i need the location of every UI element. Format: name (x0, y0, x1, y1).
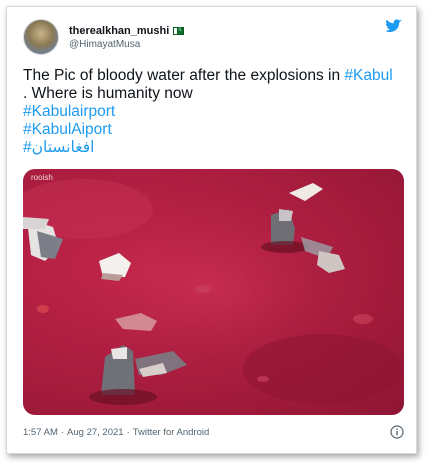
info-icon[interactable] (390, 425, 404, 439)
avatar[interactable] (23, 19, 59, 55)
display-name[interactable]: therealkhan_mushi (69, 25, 169, 37)
tweet-text: The Pic of bloody water after the explos… (23, 67, 408, 157)
tweet-card: therealkhan_mushi @HimayatMusa The Pic o… (6, 6, 417, 454)
tweet-line-1-text: The Pic of bloody water after the explos… (23, 67, 345, 84)
hashtag-kabulaiport[interactable]: #KabulAiport (23, 121, 408, 139)
tweet-source: Twitter for Android (132, 427, 210, 438)
tweet-header: therealkhan_mushi @HimayatMusa (23, 19, 185, 55)
tweet-line-2: . Where is humanity now (23, 85, 193, 102)
user-handle[interactable]: @HimayatMusa (69, 39, 184, 50)
author-names: therealkhan_mushi @HimayatMusa (69, 25, 185, 50)
tweet-date[interactable]: Aug 27, 2021 (67, 427, 124, 438)
tweet-time[interactable]: 1:57 AM (23, 427, 58, 438)
meta-separator-2: · (126, 427, 130, 438)
display-name-row: therealkhan_mushi (69, 25, 185, 37)
tweet-media-image[interactable]: rooish (23, 169, 404, 415)
tweet-line-1: The Pic of bloody water after the explos… (23, 67, 408, 85)
bloody-water-scene (23, 179, 403, 405)
hashtag-kabulairport[interactable]: #Kabulairport (23, 103, 408, 121)
tweet-metadata: 1:57 AM · Aug 27, 2021 · Twitter for And… (23, 427, 209, 438)
hashtag-afghanistan[interactable]: #افغانستان (23, 139, 408, 157)
pakistan-flag-icon (173, 25, 185, 35)
meta-separator: · (60, 427, 65, 438)
hashtag-kabul[interactable]: #Kabul (344, 67, 392, 84)
twitter-bird-icon[interactable] (386, 19, 402, 33)
